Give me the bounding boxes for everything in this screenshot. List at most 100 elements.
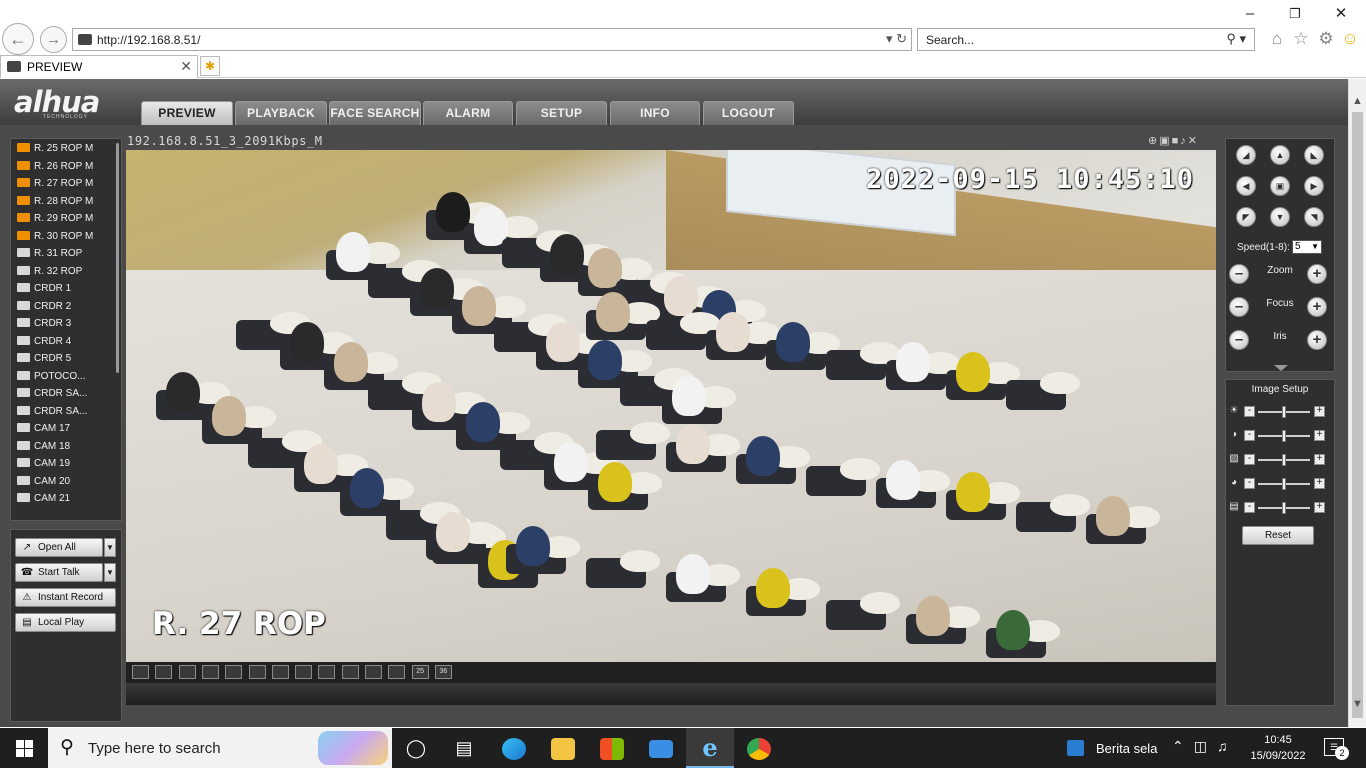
zoom-in-icon[interactable]: ⊕: [1148, 135, 1159, 147]
image-decrease-button[interactable]: -: [1244, 454, 1255, 465]
reset-button[interactable]: Reset: [1242, 526, 1314, 545]
tab-logout[interactable]: LOGOUT: [703, 101, 794, 125]
camera-list-item[interactable]: CRDR 4: [17, 335, 117, 352]
layout-split-button[interactable]: [388, 665, 406, 679]
camera-list-item[interactable]: CAM 21: [17, 493, 117, 509]
snapshot-icon[interactable]: ▣: [1159, 135, 1171, 147]
open-all-button[interactable]: ↗ Open All: [15, 538, 103, 557]
browser-tab[interactable]: PREVIEW ✕: [0, 55, 198, 78]
image-slider-thumb[interactable]: [1282, 478, 1286, 490]
local-play-button[interactable]: ▤ Local Play: [15, 613, 116, 632]
browser-search-box[interactable]: Search... ⚲ ▾: [917, 28, 1255, 51]
camera-list-item[interactable]: R. 30 ROP M: [17, 230, 117, 247]
image-slider-thumb[interactable]: [1282, 406, 1286, 418]
layout-split-button[interactable]: [271, 665, 289, 679]
image-increase-button[interactable]: +: [1314, 430, 1325, 441]
layout-split-button[interactable]: [318, 665, 336, 679]
layout-split-button[interactable]: [132, 665, 149, 679]
edge-icon[interactable]: [490, 728, 538, 768]
taskbar-search-input[interactable]: Type here to search: [88, 740, 221, 757]
favorites-star-icon[interactable]: ☆: [1291, 29, 1311, 49]
tab-setup[interactable]: SETUP: [516, 101, 607, 125]
instant-record-button[interactable]: ⚠ Instant Record: [15, 588, 116, 607]
camera-list-item[interactable]: R. 31 ROP: [17, 248, 117, 264]
focus-plus-button[interactable]: +: [1307, 297, 1327, 317]
live-video-feed[interactable]: 2022-09-15 10:45:10 R. 27 ROP: [126, 150, 1216, 662]
ptz-down-left-icon[interactable]: ◤: [1236, 207, 1256, 227]
network-icon[interactable]: ◫: [1194, 738, 1217, 754]
start-talk-button[interactable]: ☎ Start Talk: [15, 563, 103, 582]
camera-list-item[interactable]: R. 26 ROP M: [17, 160, 117, 177]
camera-list-item[interactable]: CRDR 2: [17, 300, 117, 317]
iris-plus-button[interactable]: +: [1307, 330, 1327, 350]
camera-list-item[interactable]: R. 27 ROP M: [17, 178, 117, 194]
camera-list-item[interactable]: CAM 19: [17, 458, 117, 474]
open-all-dropdown[interactable]: ▼: [104, 538, 116, 557]
image-decrease-button[interactable]: -: [1244, 430, 1255, 441]
start-talk-dropdown[interactable]: ▼: [104, 563, 116, 582]
image-slider-thumb[interactable]: [1282, 430, 1286, 442]
store-icon[interactable]: [588, 728, 636, 768]
task-view-icon[interactable]: ▤: [440, 728, 488, 768]
camera-list-item[interactable]: CAM 20: [17, 475, 117, 492]
tab-face-search[interactable]: FACE SEARCH: [329, 101, 421, 125]
camera-list-item[interactable]: CRDR 3: [17, 318, 117, 334]
ptz-up-left-icon[interactable]: ◢: [1236, 145, 1256, 165]
image-decrease-button[interactable]: -: [1244, 406, 1255, 417]
close-video-icon[interactable]: ✕: [1188, 135, 1199, 147]
address-url[interactable]: http://192.168.8.51/: [97, 33, 200, 47]
tab-preview[interactable]: PREVIEW: [141, 101, 233, 125]
scroll-up-icon[interactable]: ▲: [1349, 93, 1366, 110]
news-widget[interactable]: Berita sela: [1063, 728, 1169, 768]
restore-icon[interactable]: ❐: [1285, 4, 1305, 24]
zoom-out-button[interactable]: –: [1229, 264, 1249, 284]
camera-list-item[interactable]: CRDR SA...: [17, 405, 117, 422]
ptz-up-icon[interactable]: ▲: [1270, 145, 1290, 165]
tab-playback[interactable]: PLAYBACK: [235, 101, 327, 125]
image-increase-button[interactable]: +: [1314, 478, 1325, 489]
camera-list-item[interactable]: CRDR 1: [17, 283, 117, 299]
camera-list-item[interactable]: R. 28 ROP M: [17, 195, 117, 212]
taskbar-clock[interactable]: 10:45 15/09/2022: [1242, 732, 1314, 764]
image-slider-thumb[interactable]: [1282, 454, 1286, 466]
focus-minus-button[interactable]: –: [1229, 297, 1249, 317]
notification-icon[interactable]: ☰ 2: [1324, 738, 1349, 760]
camera-list-item[interactable]: POTOCO...: [17, 370, 117, 387]
forward-arrow-icon[interactable]: →: [40, 26, 67, 53]
layout-split-button[interactable]: [225, 665, 243, 679]
camera-list-item[interactable]: CRDR SA...: [17, 388, 117, 404]
layout-split-button[interactable]: [295, 665, 313, 679]
camera-list-item[interactable]: R. 32 ROP: [17, 265, 117, 282]
layout-split-button[interactable]: [201, 665, 219, 679]
ptz-up-right-icon[interactable]: ◣: [1304, 145, 1324, 165]
camera-list-item[interactable]: CAM 17: [17, 423, 117, 439]
image-increase-button[interactable]: +: [1314, 454, 1325, 465]
collapse-arrow-icon[interactable]: [1274, 365, 1288, 371]
layout-split-button[interactable]: [341, 665, 359, 679]
chevron-up-icon[interactable]: ⌃: [1172, 738, 1194, 754]
ptz-center-icon[interactable]: ▣: [1270, 176, 1290, 196]
layout-split-button[interactable]: [365, 665, 382, 679]
volume-icon[interactable]: ♫: [1217, 738, 1238, 754]
zoom-in-button[interactable]: +: [1307, 264, 1327, 284]
page-scrollbar[interactable]: ▲ ▼: [1348, 79, 1366, 727]
taskbar-search[interactable]: ⚲ Type here to search: [48, 728, 392, 768]
layout-split-button[interactable]: [155, 665, 173, 679]
image-decrease-button[interactable]: -: [1244, 502, 1255, 513]
image-slider-thumb[interactable]: [1282, 502, 1286, 514]
scrollbar-thumb[interactable]: [1352, 112, 1363, 718]
internet-explorer-icon[interactable]: e: [686, 728, 734, 768]
browser-search-input[interactable]: Search...: [926, 33, 974, 47]
ptz-right-icon[interactable]: ▶: [1304, 176, 1324, 196]
smiley-feedback-icon[interactable]: ☺: [1340, 29, 1360, 49]
speed-select[interactable]: 5 ▼: [1292, 240, 1322, 254]
ptz-left-icon[interactable]: ◀: [1236, 176, 1256, 196]
gear-icon[interactable]: ⚙: [1316, 29, 1336, 49]
layout-split-button[interactable]: 25: [411, 665, 429, 679]
ptz-down-icon[interactable]: ▼: [1270, 207, 1290, 227]
home-icon[interactable]: ⌂: [1267, 29, 1287, 49]
scroll-down-icon[interactable]: ▼: [1349, 696, 1366, 713]
close-icon[interactable]: ✕: [1331, 4, 1351, 24]
address-bar[interactable]: http://192.168.8.51/ ▾ ↻: [72, 28, 912, 51]
refresh-icon[interactable]: ▾ ↻: [886, 31, 907, 47]
